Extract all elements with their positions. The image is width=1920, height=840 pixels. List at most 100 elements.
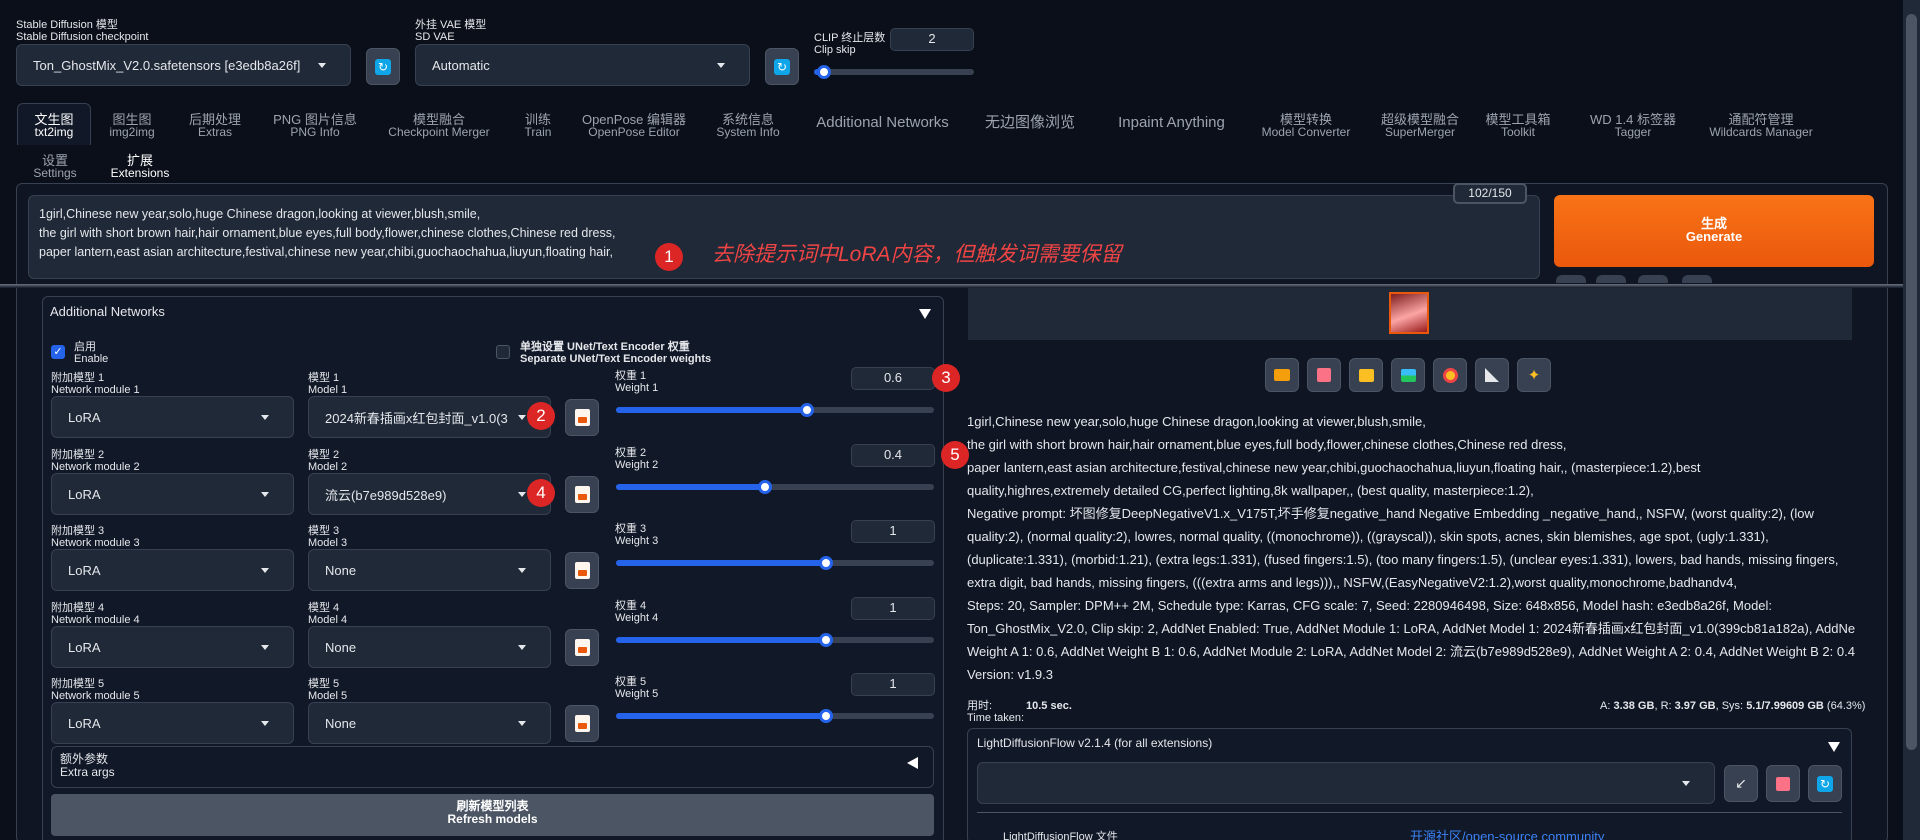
weight-label: 权重 3 Weight 3 [615,523,659,547]
tab-png-info[interactable]: PNG 图片信息 PNG Info [267,113,363,139]
weight-slider[interactable] [616,403,934,417]
expand-triangle-icon[interactable] [907,757,918,769]
network-module-value: LoRA [68,715,101,731]
model-label: 模型 2 Model 2 [308,449,348,473]
tab-toolkit[interactable]: 模型工具箱 Toolkit [1480,113,1556,139]
time-taken-value: 10.5 sec. [1026,700,1072,712]
tab-wildcards-manager[interactable]: 通配符管理 Wildcards Manager [1702,113,1820,139]
weight-input[interactable]: 0.6 [851,367,935,390]
style-tool-button[interactable] [1556,275,1586,283]
slider-handle[interactable] [816,65,831,79]
info-line: paper lantern,east asian architecture,fe… [967,460,1701,475]
slider-handle[interactable] [818,633,833,647]
weight-slider[interactable] [616,480,934,494]
weight-slider[interactable] [616,556,934,570]
model-info-button[interactable] [565,629,599,666]
model-info-button[interactable] [565,705,599,742]
network-module-select[interactable]: LoRA [51,702,294,744]
model-select[interactable]: 2024新春插画x红包封面_v1.0(3 [308,396,551,438]
slider-handle[interactable] [818,556,833,570]
tab-img2img[interactable]: 图生图 img2img [100,113,164,139]
slider-handle[interactable] [818,709,833,723]
open-folder-button[interactable] [1265,358,1299,392]
refresh-models-button[interactable]: 刷新模型列表 Refresh models [51,794,934,836]
style-tool-button[interactable] [1596,275,1626,283]
model-label: 模型 1 Model 1 [308,372,348,396]
style-tool-button[interactable] [1682,275,1712,283]
generate-button[interactable]: 生成 Generate [1554,195,1874,267]
chevron-down-icon [518,644,526,650]
tab-txt2img[interactable]: 文生图 txt2img [17,113,91,139]
vae-select[interactable]: Automatic [415,44,750,86]
model-info-button[interactable] [565,399,599,436]
model-select[interactable]: 流云(b7e989d528e9) [308,473,551,515]
network-module-select[interactable]: LoRA [51,396,294,438]
tab-supermerger[interactable]: 超级模型融合 SuperMerger [1374,113,1466,139]
scrollbar-thumb[interactable] [1906,14,1917,750]
zip-button[interactable] [1349,358,1383,392]
network-module-label: 附加模型 5 Network module 5 [51,678,140,702]
model-select[interactable]: None [308,702,551,744]
clip-skip-input[interactable]: 2 [890,28,974,51]
sparkle-button[interactable]: ✦ [1517,358,1551,392]
model-label: 模型 3 Model 3 [308,525,348,549]
collapse-triangle-icon[interactable] [919,309,931,319]
refresh-checkpoint-button[interactable]: ↻ [366,48,400,85]
save-button[interactable] [1307,358,1341,392]
enable-label: 启用 Enable [74,341,109,365]
weight-input[interactable]: 1 [851,597,935,620]
tab-tagger[interactable]: WD 1.4 标签器 Tagger [1580,113,1686,139]
tab-extensions[interactable]: 扩展 Extensions [108,154,172,180]
community-link[interactable]: 开源社区/open-source community [1410,826,1604,840]
tab-inpaint-anything[interactable]: Inpaint Anything [1104,115,1239,130]
tab-extras[interactable]: 后期处理 Extras [177,113,253,139]
tab-infinite-image-browsing[interactable]: 无边图像浏览 [975,115,1085,130]
save-flow-button[interactable] [1766,765,1800,802]
send-to-inpaint-button[interactable] [1433,358,1467,392]
weight-input[interactable]: 1 [851,673,935,696]
network-module-select[interactable]: LoRA [51,473,294,515]
extra-args-accordion[interactable] [51,746,934,788]
collapse-triangle-icon[interactable] [1828,742,1840,752]
tab-additional-networks[interactable]: Additional Networks [805,115,960,130]
separate-weights-checkbox[interactable] [496,345,510,359]
send-to-extras-button[interactable] [1475,358,1509,392]
weight-slider[interactable] [616,709,934,723]
annotation-text: 去除提示词中LoRA内容，但触发词需要保留 [712,243,1122,266]
gallery-thumbnail[interactable] [1389,292,1429,334]
save-icon [1776,776,1790,791]
model-info-button[interactable] [565,476,599,513]
weight-input[interactable]: 0.4 [851,444,935,467]
weight-label: 权重 5 Weight 5 [615,676,659,700]
tab-openpose-editor[interactable]: OpenPose 编辑器 OpenPose Editor [575,113,693,139]
info-line: quality:2), (normal quality:2), lowres, … [967,529,1769,544]
refresh-icon: ↻ [375,58,391,75]
model-info-button[interactable] [565,552,599,589]
chevron-down-icon [518,720,526,726]
checkpoint-select[interactable]: Ton_GhostMix_V2.0.safetensors [e3edb8a26… [16,44,351,86]
slider-handle[interactable] [799,403,814,417]
tab-settings[interactable]: 设置 Settings [28,154,82,180]
network-module-select[interactable]: LoRA [51,549,294,591]
lightdiffusionflow-select[interactable] [977,762,1715,804]
tab-checkpoint-merger[interactable]: 模型融合 Checkpoint Merger [377,113,501,139]
clip-skip-slider[interactable] [814,65,974,79]
model-select[interactable]: None [308,549,551,591]
model-select[interactable]: None [308,626,551,668]
separate-weights-label: 单独设置 UNet/Text Encoder 权重 Separate UNet/T… [520,341,712,365]
tab-model-converter[interactable]: 模型转换 Model Converter [1252,113,1360,139]
import-button[interactable]: ↙ [1724,765,1758,802]
style-tool-button[interactable] [1638,275,1668,283]
network-module-select[interactable]: LoRA [51,626,294,668]
send-to-img2img-button[interactable] [1391,358,1425,392]
tab-train[interactable]: 训练 Train [514,113,562,139]
network-module-label: 附加模型 3 Network module 3 [51,525,140,549]
enable-checkbox[interactable]: ✓ [51,345,65,359]
weight-slider[interactable] [616,633,934,647]
refresh-flow-button[interactable]: ↻ [1808,765,1842,802]
vae-label: 外挂 VAE 模型 SD VAE [415,19,487,43]
network-module-value: LoRA [68,639,101,655]
tab-system-info[interactable]: 系统信息 System Info [707,113,789,139]
refresh-vae-button[interactable]: ↻ [765,48,799,85]
weight-input[interactable]: 1 [851,520,935,543]
